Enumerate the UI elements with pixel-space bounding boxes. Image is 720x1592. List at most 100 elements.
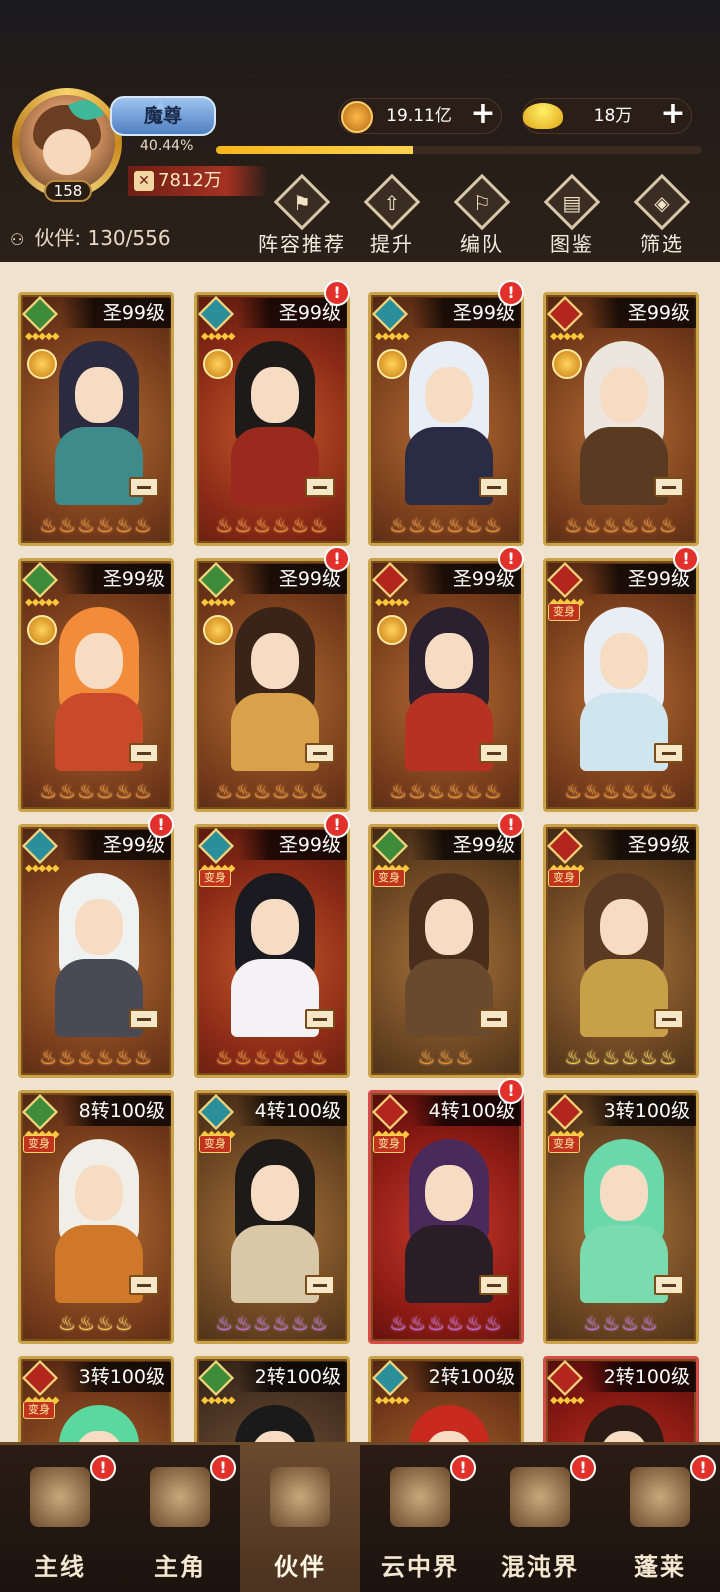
partner-card[interactable]: 8转100级◆◆◆◆◆变身♨♨♨♨: [18, 1090, 174, 1344]
element-red-icon: [371, 1093, 409, 1131]
awakening-flames-icon: ♨♨♨♨♨♨: [39, 1045, 153, 1069]
add-ingots-button[interactable]: +: [655, 99, 691, 133]
toolbar-button-2[interactable]: ⚐ 编队: [436, 173, 528, 260]
remove-from-team-button[interactable]: [305, 1009, 335, 1029]
remove-from-team-button[interactable]: [654, 1275, 684, 1295]
partner-card[interactable]: 圣99级 ◆◆◆◆◆ ♨♨♨♨♨♨: [18, 292, 174, 546]
partner-card[interactable]: 3转100级◆◆◆◆◆变身♨♨♨♨: [543, 1090, 699, 1344]
awakening-flames-icon: ♨♨♨♨♨♨: [39, 779, 153, 803]
remove-from-team-button[interactable]: [129, 1275, 159, 1295]
toolbar-button-1[interactable]: ⇧ 提升: [346, 173, 438, 260]
add-coins-button[interactable]: +: [465, 99, 501, 133]
partner-screen: 158 ▲ 魔尊 40.44% ✕ 7812万 19.11亿 + 18万 + ⚇…: [0, 0, 720, 1592]
hero-portrait: [399, 1405, 499, 1442]
element-red-icon: [546, 827, 584, 865]
rank-badge[interactable]: ▲ 魔尊: [110, 96, 216, 136]
hero-portrait: [574, 1405, 674, 1442]
partner-card[interactable]: 4转100级◆◆◆◆◆变身♨♨♨♨♨♨: [368, 1090, 524, 1344]
avatar[interactable]: 158: [12, 88, 122, 202]
partner-card[interactable]: 圣99级◆◆◆◆◆变身♨♨♨♨♨♨: [543, 558, 699, 812]
partner-card[interactable]: 圣99级 ◆◆◆◆◆ ♨♨♨♨♨♨: [18, 558, 174, 812]
partner-card[interactable]: 2转100级 ◆◆◆◆◆: [543, 1356, 699, 1442]
remove-from-team-button[interactable]: [479, 743, 509, 763]
awakening-flames-icon: ♨♨♨♨♨♨: [215, 779, 329, 803]
remove-from-team-button[interactable]: [305, 477, 335, 497]
hero-face: [75, 633, 123, 689]
partner-card[interactable]: 2转100级 ◆◆◆◆◆: [194, 1356, 350, 1442]
medal-icon: [377, 349, 407, 379]
transform-badge: 变身: [548, 603, 580, 621]
partner-card[interactable]: 圣99级◆◆◆◆◆变身♨♨♨♨♨♨: [543, 824, 699, 1078]
remove-from-team-button[interactable]: [129, 743, 159, 763]
partner-card[interactable]: 圣99级 ◆◆◆◆◆ ♨♨♨♨♨♨: [543, 292, 699, 546]
awakening-flames-icon: ♨♨♨♨♨♨: [564, 1045, 678, 1069]
partner-level: 8转100级: [61, 1096, 171, 1126]
hero-face: [75, 899, 123, 955]
partner-level: 圣99级: [586, 298, 696, 328]
hero-icon: [150, 1467, 210, 1527]
remove-from-team-button[interactable]: [654, 743, 684, 763]
remove-from-team-button[interactable]: [129, 477, 159, 497]
partner-card[interactable]: 3转100级◆◆◆◆◆变身: [18, 1356, 174, 1442]
partner-card[interactable]: 圣99级 ◆◆◆◆◆ ♨♨♨♨♨♨: [18, 824, 174, 1078]
nav-crossed-swords[interactable]: 主线!: [0, 1445, 120, 1592]
partner-card[interactable]: 圣99级 ◆◆◆◆◆ ♨♨♨♨♨♨: [194, 558, 350, 812]
crossed-swords-icon: [30, 1467, 90, 1527]
toolbar-label: 筛选: [640, 232, 684, 256]
partner-level: 圣99级: [61, 298, 171, 328]
hero-face: [75, 367, 123, 423]
nav-hero[interactable]: 主角!: [120, 1445, 240, 1592]
element-teal-icon: [197, 827, 235, 865]
chaos-realm-icon: [510, 1467, 570, 1527]
remove-from-team-button[interactable]: [479, 1275, 509, 1295]
awakening-flames-icon: ♨♨♨♨: [58, 1311, 134, 1335]
toolbar-button-3[interactable]: ▤ 图鉴: [526, 173, 618, 260]
partner-level: 2转100级: [237, 1362, 347, 1392]
toolbar-button-0[interactable]: ⚑ 阵容推荐: [256, 173, 348, 260]
partner-count: ⚇ 伙伴: 130/556: [10, 222, 171, 251]
nav-cloud-realm[interactable]: 云中界!: [360, 1445, 480, 1592]
cloud-realm-icon: [390, 1467, 450, 1527]
remove-from-team-button[interactable]: [479, 477, 509, 497]
partner-card[interactable]: 圣99级◆◆◆◆◆变身♨♨♨: [368, 824, 524, 1078]
nav-penglai[interactable]: 蓬莱!: [600, 1445, 720, 1592]
alert-badge-icon: !: [324, 280, 350, 306]
toolbar-label: 编队: [460, 232, 504, 256]
header: 158 ▲ 魔尊 40.44% ✕ 7812万 19.11亿 + 18万 + ⚇…: [0, 0, 720, 262]
element-red-icon: [21, 1359, 59, 1397]
partner-card[interactable]: 圣99级 ◆◆◆◆◆ ♨♨♨♨♨♨: [194, 292, 350, 546]
transform-badge: 变身: [373, 1135, 405, 1153]
remove-from-team-button[interactable]: [479, 1009, 509, 1029]
element-teal-icon: [197, 1093, 235, 1131]
nav-partner[interactable]: 伙伴: [240, 1445, 360, 1592]
element-green-icon: [21, 561, 59, 599]
people-icon: ⚇: [10, 230, 25, 249]
element-red-icon: [546, 1359, 584, 1397]
remove-from-team-button[interactable]: [654, 477, 684, 497]
remove-from-team-button[interactable]: [305, 1275, 335, 1295]
toolbar-button-4[interactable]: ◈ 筛选: [616, 173, 708, 260]
nav-chaos-realm[interactable]: 混沌界!: [480, 1445, 600, 1592]
remove-from-team-button[interactable]: [654, 1009, 684, 1029]
remove-from-team-button[interactable]: [305, 743, 335, 763]
nav-label: 云中界: [381, 1553, 459, 1581]
awakening-flames-icon: ♨♨♨♨♨♨: [215, 1045, 329, 1069]
partner-card[interactable]: 圣99级 ◆◆◆◆◆ ♨♨♨♨♨♨: [368, 292, 524, 546]
alert-badge-icon: !: [498, 812, 524, 838]
awakening-flames-icon: ♨♨♨♨♨♨: [389, 513, 503, 537]
star-rating-icon: ◆◆◆◆◆: [201, 597, 235, 608]
partner-card[interactable]: 圣99级 ◆◆◆◆◆ ♨♨♨♨♨♨: [368, 558, 524, 812]
transform-badge: 变身: [199, 1135, 231, 1153]
ingot-value: 18万: [593, 106, 633, 126]
exp-bar-fill: [216, 146, 413, 154]
partner-card[interactable]: 4转100级◆◆◆◆◆变身♨♨♨♨♨♨: [194, 1090, 350, 1344]
alert-badge-icon: !: [498, 280, 524, 306]
star-rating-icon: ◆◆◆◆◆: [25, 863, 59, 874]
partner-card[interactable]: 2转100级 ◆◆◆◆◆: [368, 1356, 524, 1442]
nav-label: 主线: [34, 1553, 86, 1581]
toolbar-label: 阵容推荐: [258, 232, 346, 256]
nav-label: 蓬莱: [634, 1553, 686, 1581]
partner-card[interactable]: 圣99级◆◆◆◆◆变身♨♨♨♨♨♨: [194, 824, 350, 1078]
partner-level: 3转100级: [61, 1362, 171, 1392]
remove-from-team-button[interactable]: [129, 1009, 159, 1029]
